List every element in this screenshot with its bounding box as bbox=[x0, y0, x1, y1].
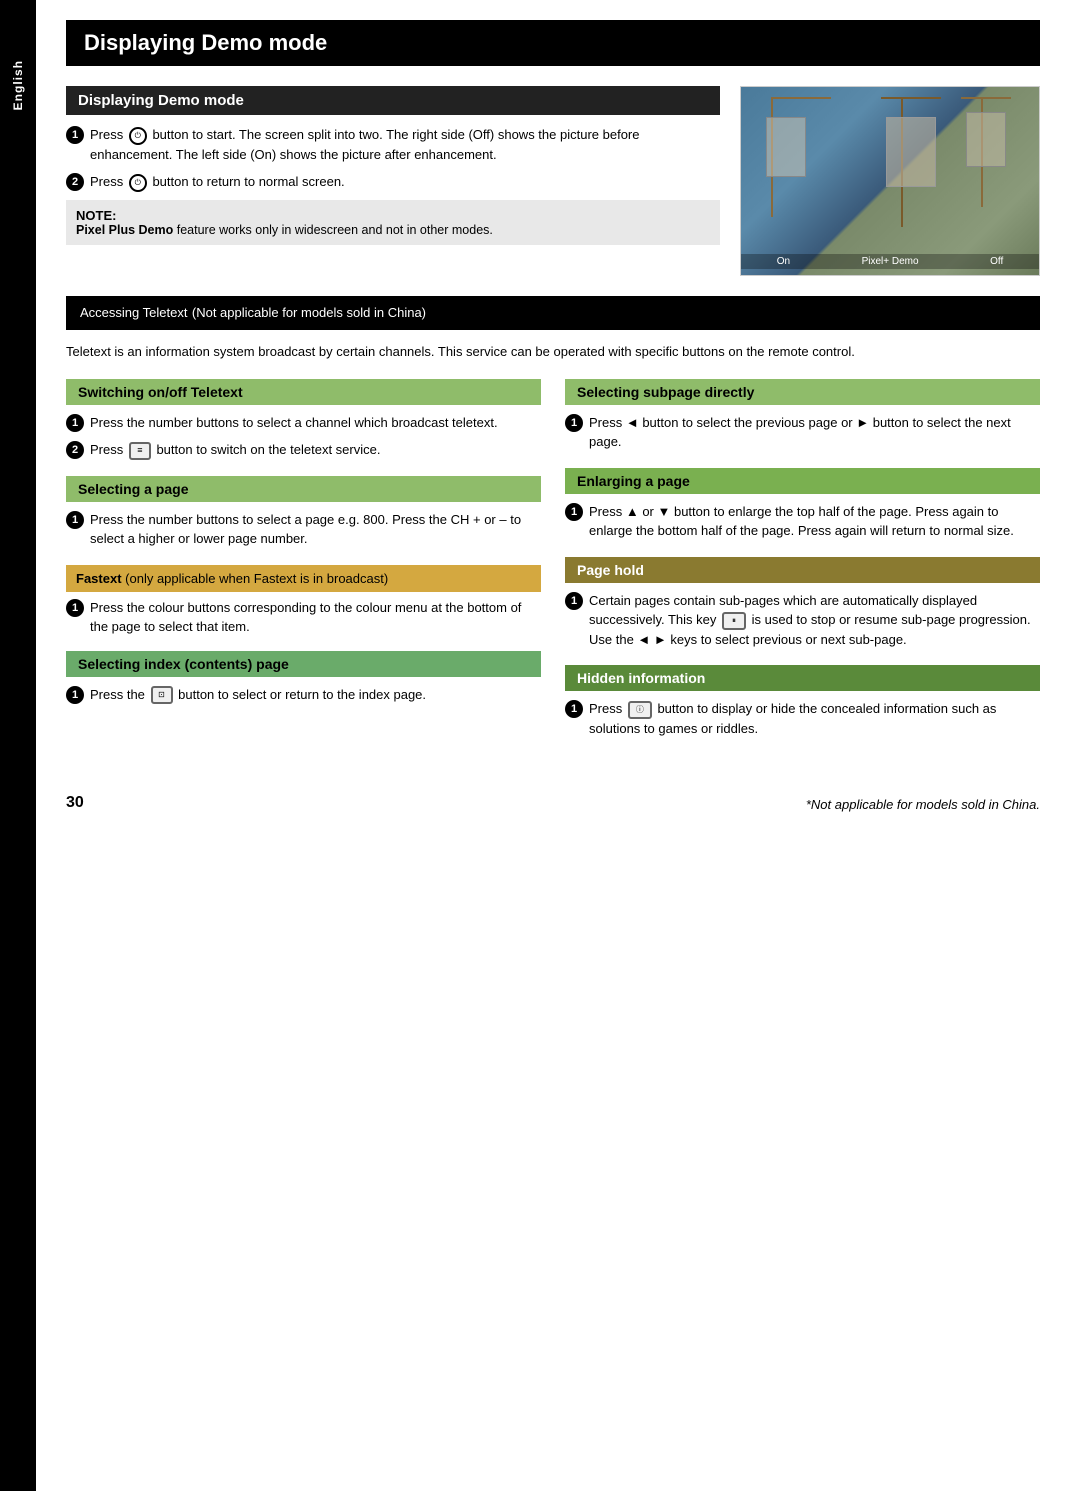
subpage-step-1: 1 Press ◄ button to select the previous … bbox=[565, 413, 1040, 452]
fastext-title: Fastext bbox=[76, 571, 122, 586]
selecting-index-section: Selecting index (contents) page 1 Press … bbox=[66, 651, 541, 705]
menu-icon: ≡ bbox=[129, 442, 151, 460]
sel-idx-step-num-1: 1 bbox=[66, 686, 84, 704]
china-note: *Not applicable for models sold in China… bbox=[806, 797, 1040, 812]
demo-image: On Pixel+ Demo Off bbox=[740, 86, 1040, 276]
note-body: Pixel Plus Demo feature works only in wi… bbox=[76, 223, 493, 237]
sel-idx-step1-text: Press the ⊡ button to select or return t… bbox=[90, 685, 541, 705]
note-title: NOTE: bbox=[76, 208, 116, 223]
demo-step1-text: Press ⏻ button to start. The screen spli… bbox=[90, 125, 720, 164]
hidden-info-section: Hidden information 1 Press ⓘ button to d… bbox=[565, 665, 1040, 738]
switching-teletext-section: Switching on/off Teletext 1 Press the nu… bbox=[66, 379, 541, 460]
step-num-2: 2 bbox=[66, 173, 84, 191]
index-icon: ⊡ bbox=[151, 686, 173, 704]
fastext-box: Fastext (only applicable when Fastext is… bbox=[66, 565, 541, 592]
enlarging-step1-text: Press ▲ or ▼ button to enlarge the top h… bbox=[589, 502, 1040, 541]
selecting-subpage-section: Selecting subpage directly 1 Press ◄ but… bbox=[565, 379, 1040, 452]
sidebar-language-label: English bbox=[11, 60, 25, 110]
enlarging-section: Enlarging a page 1 Press ▲ or ▼ button t… bbox=[565, 468, 1040, 541]
subpage-header: Selecting subpage directly bbox=[565, 379, 1040, 405]
selecting-page-header: Selecting a page bbox=[66, 476, 541, 502]
fastext-subtitle: (only applicable when Fastext is in broa… bbox=[125, 571, 388, 586]
teletext-subtitle: (Not applicable for models sold in China… bbox=[192, 305, 426, 320]
switching-step2-text: Press ≡ button to switch on the teletext… bbox=[90, 440, 541, 460]
page-hold-icon: ⏸ bbox=[722, 612, 746, 630]
demo-image-labels: On Pixel+ Demo Off bbox=[741, 254, 1039, 269]
demo-text-area: Displaying Demo mode 1 Press ⏻ button to… bbox=[66, 86, 720, 276]
switching-step-1: 1 Press the number buttons to select a c… bbox=[66, 413, 541, 433]
page-title: Displaying Demo mode bbox=[84, 30, 1022, 56]
page-hold-step-num-1: 1 bbox=[565, 592, 583, 610]
teletext-header: Accessing Teletext (Not applicable for m… bbox=[66, 296, 1040, 330]
footer: 30 *Not applicable for models sold in Ch… bbox=[66, 774, 1040, 812]
page-number: 30 bbox=[66, 794, 84, 812]
label-on: On bbox=[777, 256, 790, 267]
power-icon-1: ⏻ bbox=[129, 127, 147, 145]
switching-header: Switching on/off Teletext bbox=[66, 379, 541, 405]
teletext-intro: Teletext is an information system broadc… bbox=[66, 342, 1040, 363]
demo-image-container: On Pixel+ Demo Off bbox=[740, 86, 1040, 276]
enlarging-step-num-1: 1 bbox=[565, 503, 583, 521]
switching-step-num-2: 2 bbox=[66, 441, 84, 459]
page-hold-step1-text: Certain pages contain sub-pages which ar… bbox=[589, 591, 1040, 650]
selecting-page-step-1: 1 Press the number buttons to select a p… bbox=[66, 510, 541, 549]
sidebar: English bbox=[0, 0, 36, 1491]
fastext-step-1: 1 Press the colour buttons corresponding… bbox=[66, 598, 541, 637]
fastext-step1-text: Press the colour buttons corresponding t… bbox=[90, 598, 541, 637]
main-content: Displaying Demo mode Displaying Demo mod… bbox=[36, 0, 1080, 1491]
hidden-icon: ⓘ bbox=[628, 701, 652, 719]
demo-step2-text: Press ⏻ button to return to normal scree… bbox=[90, 172, 720, 192]
step-num-1: 1 bbox=[66, 126, 84, 144]
label-off: Off bbox=[990, 256, 1003, 267]
sel-page-step-num-1: 1 bbox=[66, 511, 84, 529]
selecting-index-step-1: 1 Press the ⊡ button to select or return… bbox=[66, 685, 541, 705]
sel-page-step1-text: Press the number buttons to select a pag… bbox=[90, 510, 541, 549]
left-column: Switching on/off Teletext 1 Press the nu… bbox=[66, 379, 541, 755]
page-hold-step-1: 1 Certain pages contain sub-pages which … bbox=[565, 591, 1040, 650]
hidden-info-header: Hidden information bbox=[565, 665, 1040, 691]
switching-step1-text: Press the number buttons to select a cha… bbox=[90, 413, 541, 433]
fastext-step-num-1: 1 bbox=[66, 599, 84, 617]
two-col-layout: Switching on/off Teletext 1 Press the nu… bbox=[66, 379, 1040, 755]
demo-section-header: Displaying Demo mode bbox=[66, 86, 720, 115]
selecting-index-header: Selecting index (contents) page bbox=[66, 651, 541, 677]
hidden-info-step1-text: Press ⓘ button to display or hide the co… bbox=[589, 699, 1040, 738]
page-hold-section: Page hold 1 Certain pages contain sub-pa… bbox=[565, 557, 1040, 650]
teletext-title: Accessing Teletext bbox=[80, 305, 187, 320]
subpage-step1-text: Press ◄ button to select the previous pa… bbox=[589, 413, 1040, 452]
enlarging-step-1: 1 Press ▲ or ▼ button to enlarge the top… bbox=[565, 502, 1040, 541]
selecting-page-section: Selecting a page 1 Press the number butt… bbox=[66, 476, 541, 549]
subpage-step-num-1: 1 bbox=[565, 414, 583, 432]
note-box: NOTE: Pixel Plus Demo feature works only… bbox=[66, 200, 720, 245]
power-icon-2: ⏻ bbox=[129, 174, 147, 192]
switching-step-2: 2 Press ≡ button to switch on the telete… bbox=[66, 440, 541, 460]
hidden-info-step-1: 1 Press ⓘ button to display or hide the … bbox=[565, 699, 1040, 738]
enlarging-header: Enlarging a page bbox=[565, 468, 1040, 494]
page-header: Displaying Demo mode bbox=[66, 20, 1040, 66]
right-column: Selecting subpage directly 1 Press ◄ but… bbox=[565, 379, 1040, 755]
label-demo: Pixel+ Demo bbox=[862, 256, 919, 267]
demo-step-2: 2 Press ⏻ button to return to normal scr… bbox=[66, 172, 720, 192]
demo-step-1: 1 Press ⏻ button to start. The screen sp… bbox=[66, 125, 720, 164]
switching-step-num-1: 1 bbox=[66, 414, 84, 432]
page-hold-header: Page hold bbox=[565, 557, 1040, 583]
hidden-info-step-num-1: 1 bbox=[565, 700, 583, 718]
demo-mode-section: Displaying Demo mode 1 Press ⏻ button to… bbox=[66, 86, 1040, 276]
